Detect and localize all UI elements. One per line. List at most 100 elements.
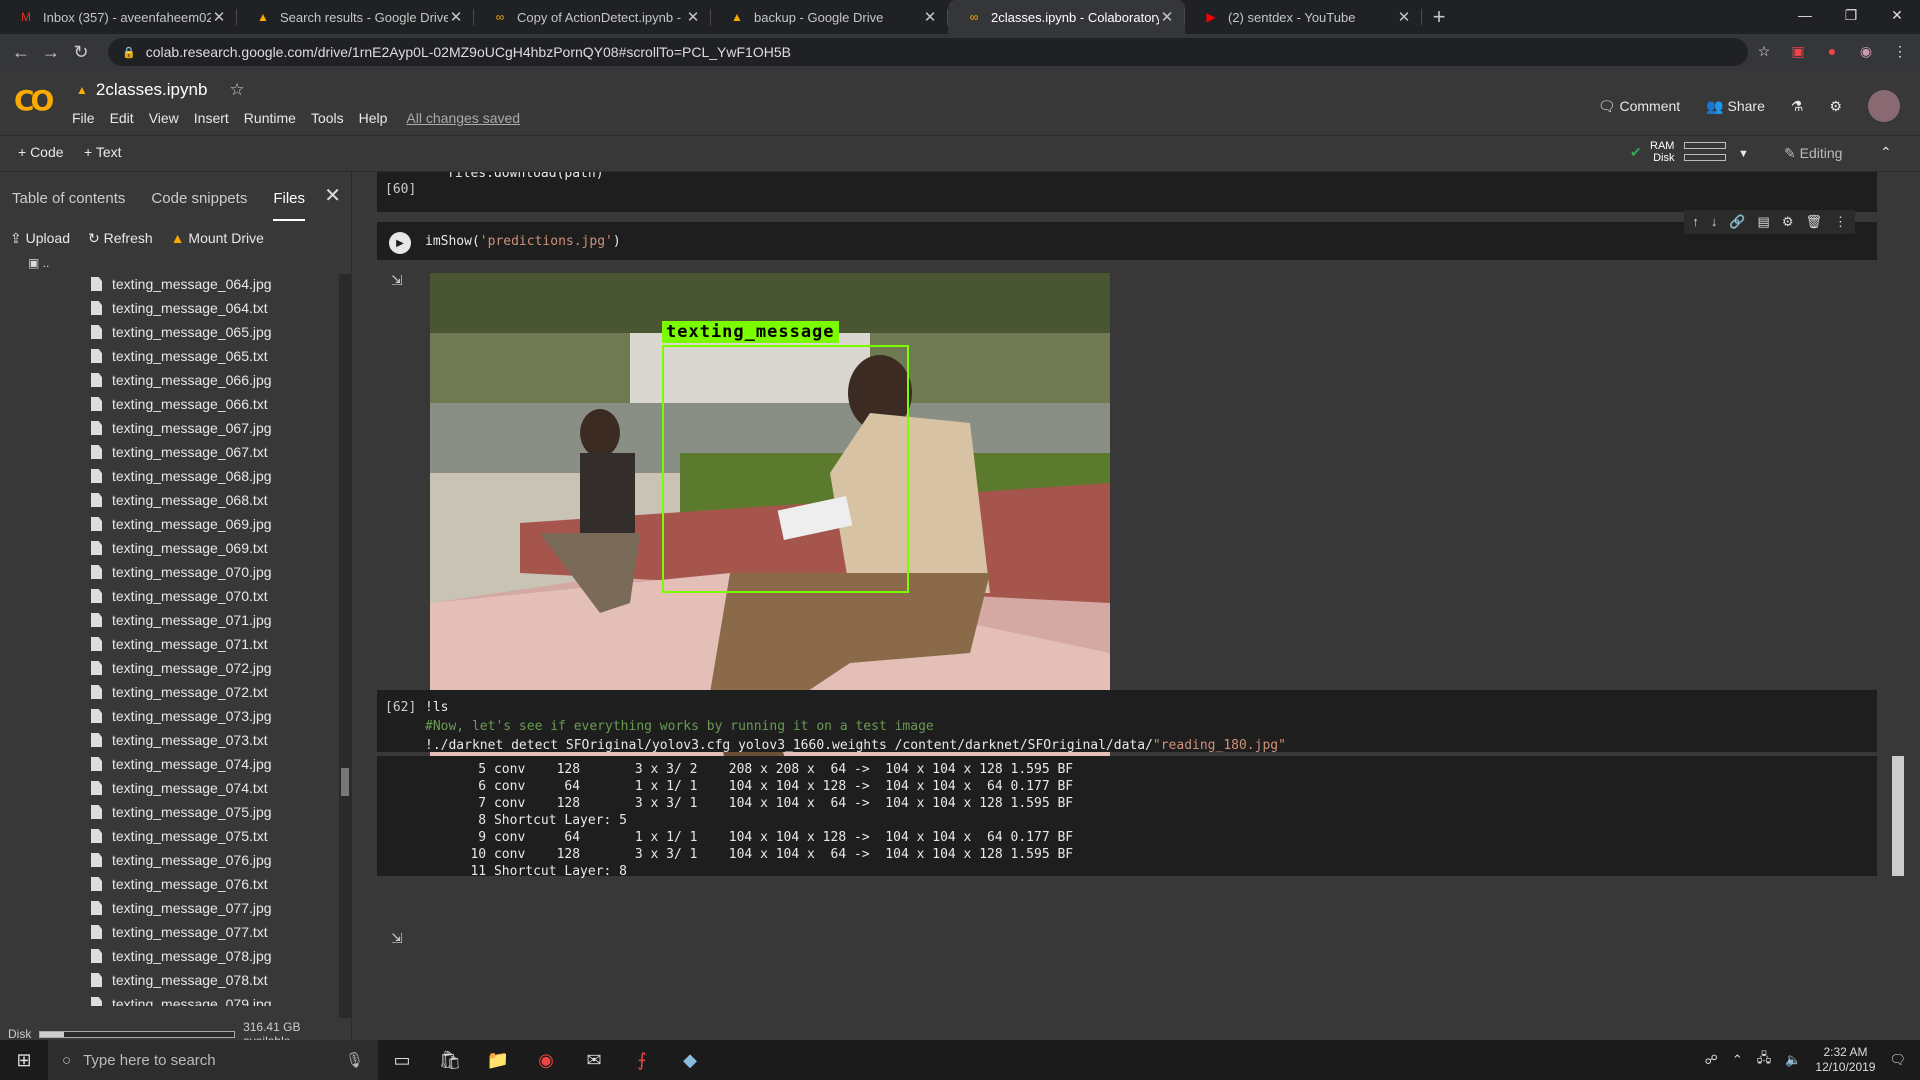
file-item[interactable]: texting_message_065.txt — [0, 344, 340, 368]
people-icon[interactable]: ☍ — [1705, 1052, 1718, 1068]
tab-files[interactable]: Files — [273, 176, 305, 221]
menu-tools[interactable]: Tools — [311, 110, 344, 126]
file-item[interactable]: texting_message_067.jpg — [0, 416, 340, 440]
file-item[interactable]: texting_message_077.txt — [0, 920, 340, 944]
file-item[interactable]: texting_message_071.txt — [0, 632, 340, 656]
code-cell-imshow[interactable]: ▶ imShow('predictions.jpg') ↑ ↓ 🔗 ▤ ⚙ 🗑 … — [377, 210, 1877, 260]
minimize-icon[interactable]: — — [1782, 0, 1828, 30]
url-bar[interactable]: 🔒 colab.research.google.com/drive/1rnE2A… — [108, 38, 1748, 66]
share-button[interactable]: 👥 Share — [1706, 98, 1765, 115]
close-tab-icon[interactable]: ✕ — [922, 8, 938, 26]
reload-icon[interactable]: ↻ — [66, 42, 96, 63]
flask-icon[interactable]: ⚗ — [1791, 98, 1804, 115]
browser-tab[interactable]: ∞ 2classes.ipynb - Colaboratory ✕ — [948, 0, 1185, 34]
resource-dropdown-icon[interactable]: ▼ — [1738, 148, 1749, 160]
add-text-button[interactable]: + Text — [84, 144, 122, 160]
comment-cell-icon[interactable]: ▤ — [1758, 214, 1770, 230]
mount-drive-button[interactable]: ▲ Mount Drive — [171, 230, 264, 246]
windows-start-icon[interactable]: ⊞ — [0, 1040, 48, 1080]
clock[interactable]: 2:32 AM 12/10/2019 — [1815, 1045, 1875, 1075]
browser-tab[interactable]: ∞ Copy of ActionDetect.ipynb - Col✕ — [474, 0, 711, 34]
menu-help[interactable]: Help — [359, 110, 388, 126]
file-item[interactable]: texting_message_076.jpg — [0, 848, 340, 872]
output-scrollbar[interactable] — [1892, 756, 1904, 876]
notifications-icon[interactable]: 🗨 — [1889, 1052, 1906, 1068]
close-tab-icon[interactable]: ✕ — [448, 8, 464, 26]
file-item[interactable]: texting_message_070.jpg — [0, 560, 340, 584]
bookmark-star-icon[interactable]: ☆ — [1754, 41, 1774, 61]
file-item[interactable]: texting_message_075.txt — [0, 824, 340, 848]
notebook-title[interactable]: 2classes.ipynb — [96, 80, 208, 100]
file-item[interactable]: texting_message_078.txt — [0, 968, 340, 992]
extension-icon[interactable]: ● — [1822, 41, 1842, 61]
back-icon[interactable]: ← — [6, 42, 36, 63]
output-icon[interactable]: ⇲ — [391, 272, 403, 289]
file-item[interactable]: texting_message_068.jpg — [0, 464, 340, 488]
add-code-button[interactable]: + Code — [18, 144, 64, 160]
menu-file[interactable]: File — [72, 110, 95, 126]
browser-tab[interactable]: M Inbox (357) - aveenfaheem02@g✕ — [0, 0, 237, 34]
tray-chevron-icon[interactable]: ⌃ — [1732, 1052, 1743, 1068]
microphone-icon[interactable]: 🎙 — [345, 1051, 364, 1069]
more-options-icon[interactable]: ⋮ — [1834, 214, 1847, 230]
file-item[interactable]: texting_message_068.txt — [0, 488, 340, 512]
close-sidebar-icon[interactable]: ✕ — [324, 183, 341, 208]
browser-tab[interactable]: ▲ Search results - Google Drive ✕ — [237, 0, 474, 34]
refresh-button[interactable]: ↻ Refresh — [88, 230, 153, 247]
move-up-icon[interactable]: ↑ — [1692, 214, 1699, 230]
tab-table-of-contents[interactable]: Table of contents — [12, 190, 125, 207]
scrollbar-thumb[interactable] — [341, 768, 349, 796]
file-item[interactable]: texting_message_074.jpg — [0, 752, 340, 776]
file-item[interactable]: texting_message_075.jpg — [0, 800, 340, 824]
file-item[interactable]: texting_message_071.jpg — [0, 608, 340, 632]
run-cell-icon[interactable]: ▶ — [389, 232, 411, 254]
star-icon[interactable]: ☆ — [229, 80, 244, 100]
browser-tab[interactable]: ▲ backup - Google Drive ✕ — [711, 0, 948, 34]
mail-icon[interactable]: ✉ — [570, 1040, 618, 1080]
file-item[interactable]: texting_message_077.jpg — [0, 896, 340, 920]
volume-icon[interactable]: 🔈 — [1785, 1052, 1801, 1068]
chrome-icon[interactable]: ◉ — [522, 1040, 570, 1080]
link-icon[interactable]: 🔗 — [1729, 214, 1745, 230]
close-tab-icon[interactable]: ✕ — [685, 8, 701, 26]
comment-button[interactable]: 🗨 Comment — [1598, 98, 1680, 115]
profile-icon[interactable]: ◉ — [1856, 41, 1876, 61]
save-status[interactable]: All changes saved — [406, 110, 520, 126]
file-item[interactable]: texting_message_074.txt — [0, 776, 340, 800]
file-item[interactable]: texting_message_069.txt — [0, 536, 340, 560]
chrome-menu-icon[interactable]: ⋮ — [1890, 41, 1910, 61]
file-item[interactable]: texting_message_065.jpg — [0, 320, 340, 344]
taskbar-search[interactable]: ○ Type here to search 🎙 — [48, 1040, 378, 1080]
close-tab-icon[interactable]: ✕ — [1159, 8, 1175, 26]
cell-settings-icon[interactable]: ⚙ — [1782, 214, 1794, 230]
close-tab-icon[interactable]: ✕ — [211, 8, 227, 26]
file-item[interactable]: texting_message_067.txt — [0, 440, 340, 464]
acrobat-icon[interactable]: ⨍ — [618, 1040, 666, 1080]
file-item[interactable]: texting_message_078.jpg — [0, 944, 340, 968]
code-cell-62[interactable]: [62] !ls #Now, let's see if everything w… — [377, 690, 1877, 753]
file-item[interactable]: texting_message_066.txt — [0, 392, 340, 416]
close-tab-icon[interactable]: ✕ — [1396, 8, 1412, 26]
file-item[interactable]: texting_message_072.txt — [0, 680, 340, 704]
tab-code-snippets[interactable]: Code snippets — [151, 190, 247, 207]
task-view-icon[interactable]: ▭ — [378, 1040, 426, 1080]
new-tab-icon[interactable]: + — [1422, 0, 1456, 34]
file-item[interactable]: texting_message_066.jpg — [0, 368, 340, 392]
menu-view[interactable]: View — [149, 110, 179, 126]
app-icon[interactable]: ◆ — [666, 1040, 714, 1080]
file-item[interactable]: texting_message_076.txt — [0, 872, 340, 896]
network-icon[interactable]: 🖧 — [1757, 1049, 1772, 1071]
store-icon[interactable]: 🛍 — [426, 1040, 474, 1080]
file-item[interactable]: texting_message_073.jpg — [0, 704, 340, 728]
sidebar-scrollbar[interactable] — [339, 274, 351, 1018]
move-down-icon[interactable]: ↓ — [1711, 214, 1718, 230]
editing-mode-button[interactable]: ✎ Editing — [1784, 145, 1842, 162]
file-item[interactable]: texting_message_064.jpg — [0, 272, 340, 296]
file-item[interactable]: texting_message_072.jpg — [0, 656, 340, 680]
file-item[interactable]: texting_message_064.txt — [0, 296, 340, 320]
menu-edit[interactable]: Edit — [110, 110, 134, 126]
maximize-icon[interactable]: ❐ — [1828, 0, 1874, 30]
file-explorer-icon[interactable]: 📁 — [474, 1040, 522, 1080]
resource-monitor[interactable]: RAM Disk — [1622, 140, 1674, 164]
file-item[interactable]: texting_message_070.txt — [0, 584, 340, 608]
